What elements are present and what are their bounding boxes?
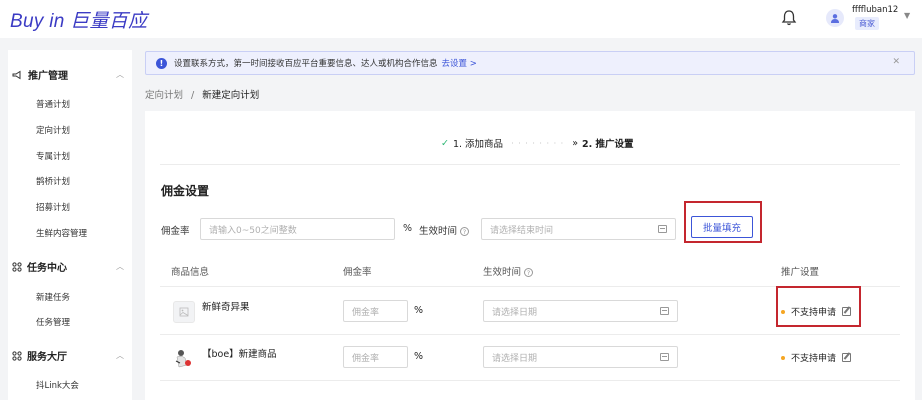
image-icon — [179, 307, 189, 317]
sidebar-group-tasks[interactable]: 任务中心 — [12, 259, 67, 274]
notice-settings-link[interactable]: 去设置 > — [442, 57, 477, 69]
sidebar-item-task-manage[interactable]: 任务管理 — [36, 316, 70, 328]
calendar-icon — [660, 307, 669, 315]
status-dot — [781, 355, 785, 360]
avatar[interactable] — [826, 9, 844, 27]
grid-icon — [12, 350, 22, 361]
double-chevron-icon: » — [572, 137, 579, 149]
input-placeholder: 佣金率 — [352, 353, 380, 364]
batch-fill-button[interactable]: 批量填充 — [691, 216, 753, 238]
sidebar-group-label: 推广管理 — [28, 71, 68, 82]
help-icon[interactable]: ? — [524, 268, 534, 277]
chevron-up-icon[interactable]: ︿ — [116, 69, 124, 80]
row-divider — [160, 380, 900, 381]
promotion-status: 不支持申请 — [781, 351, 852, 364]
product-thumbnail-icon — [175, 350, 191, 368]
commission-rate-input[interactable]: 请输入0~50之间整数 — [200, 218, 395, 240]
row-divider — [160, 334, 900, 335]
row-rate-input[interactable]: 佣金率 — [343, 300, 408, 322]
input-placeholder: 请选择日期 — [492, 353, 538, 364]
chevron-up-icon[interactable]: ︿ — [116, 350, 124, 361]
percent-label: % — [414, 305, 424, 316]
step-add-product: 1. 添加商品 — [452, 139, 504, 150]
step-connector: · · · · · · · · — [511, 138, 565, 148]
sidebar-group-label: 服务大厅 — [27, 352, 67, 363]
column-header-time-text: 生效时间 — [483, 267, 522, 278]
sidebar-item-link-conference[interactable]: 抖Link大会 — [36, 379, 79, 391]
percent-label: % — [403, 223, 413, 234]
product-name: 【boe】新建商品 — [202, 349, 277, 360]
edit-icon[interactable] — [842, 353, 852, 362]
notice-text: 设置联系方式，第一时间接收百应平台重要信息、达人或机构合作信息 — [174, 59, 438, 69]
input-placeholder: 请输入0~50之间整数 — [209, 225, 297, 236]
megaphone-icon — [12, 70, 21, 79]
calendar-icon — [658, 225, 667, 233]
notice-bar: ! 设置联系方式，第一时间接收百应平台重要信息、达人或机构合作信息 去设置 > … — [145, 51, 915, 75]
app-logo[interactable]: Buy in 巨量百应 — [10, 6, 147, 33]
breadcrumb: 定向计划 / 新建定向计划 — [145, 87, 259, 101]
grid-icon — [12, 261, 22, 272]
commission-rate-label: 佣金率 — [161, 226, 190, 237]
bell-icon[interactable] — [779, 8, 799, 28]
effective-time-label: 生效时间? — [419, 223, 470, 237]
section-title: 佣金设置 — [161, 184, 210, 198]
input-placeholder: 佣金率 — [352, 307, 380, 318]
step-indicator: ✓ 1. 添加商品 · · · · · · · · » 2. 推广设置 — [441, 136, 634, 151]
sidebar-group-service[interactable]: 服务大厅 — [12, 348, 67, 363]
row-date-picker[interactable]: 请选择日期 — [483, 300, 678, 322]
role-badge: 商家 — [855, 17, 879, 30]
promotion-status: 不支持申请 — [781, 305, 852, 318]
percent-label: % — [414, 351, 424, 362]
sidebar-item-exclusive-plan[interactable]: 专属计划 — [36, 150, 70, 162]
chevron-up-icon[interactable]: ︿ — [116, 261, 124, 272]
close-icon[interactable]: ✕ — [892, 57, 900, 67]
sidebar-item-targeted-plan[interactable]: 定向计划 — [36, 124, 70, 136]
calendar-icon — [660, 353, 669, 361]
row-rate-input[interactable]: 佣金率 — [343, 346, 408, 368]
product-image-placeholder — [173, 301, 195, 323]
help-icon[interactable]: ? — [460, 227, 470, 236]
status-text: 不支持申请 — [791, 308, 837, 318]
column-header-rate: 佣金率 — [343, 267, 372, 278]
top-bar: Buy in 巨量百应 ffffluban12 商家 ▼ — [0, 0, 922, 38]
product-image — [173, 347, 195, 369]
sidebar-item-recruit-plan[interactable]: 招募计划 — [36, 201, 70, 213]
breadcrumb-current: 新建定向计划 — [202, 90, 260, 101]
sidebar-item-new-task[interactable]: 新建任务 — [36, 291, 70, 303]
sidebar-item-bridge-plan[interactable]: 鹊桥计划 — [36, 175, 70, 187]
end-time-picker[interactable]: 请选择结束时间 — [481, 218, 676, 240]
row-date-picker[interactable]: 请选择日期 — [483, 346, 678, 368]
sidebar-group-label: 任务中心 — [27, 263, 67, 274]
status-text: 不支持申请 — [791, 354, 837, 364]
username[interactable]: ffffluban12 — [852, 5, 898, 15]
product-name: 新鲜奇异果 — [202, 302, 250, 313]
breadcrumb-parent[interactable]: 定向计划 — [145, 90, 183, 101]
user-icon — [831, 14, 839, 23]
sidebar-item-fresh-content[interactable]: 生鲜内容管理 — [36, 227, 87, 239]
breadcrumb-separator: / — [191, 90, 195, 101]
column-header-product: 商品信息 — [171, 267, 210, 278]
input-placeholder: 请选择日期 — [492, 307, 538, 318]
info-icon: ! — [156, 57, 167, 69]
chevron-down-icon[interactable]: ▼ — [904, 11, 910, 20]
column-header-time: 生效时间? — [483, 264, 534, 278]
divider — [160, 164, 900, 165]
column-header-promotion: 推广设置 — [781, 267, 820, 278]
status-dot — [781, 309, 785, 314]
check-icon: ✓ — [441, 137, 449, 149]
sidebar-group-promotion[interactable]: 推广管理 — [12, 67, 68, 82]
sidebar-item-normal-plan[interactable]: 普通计划 — [36, 98, 70, 110]
step-promotion-settings: 2. 推广设置 — [582, 139, 634, 150]
effective-time-text: 生效时间 — [419, 226, 458, 237]
edit-icon[interactable] — [842, 307, 852, 316]
input-placeholder: 请选择结束时间 — [490, 225, 554, 236]
